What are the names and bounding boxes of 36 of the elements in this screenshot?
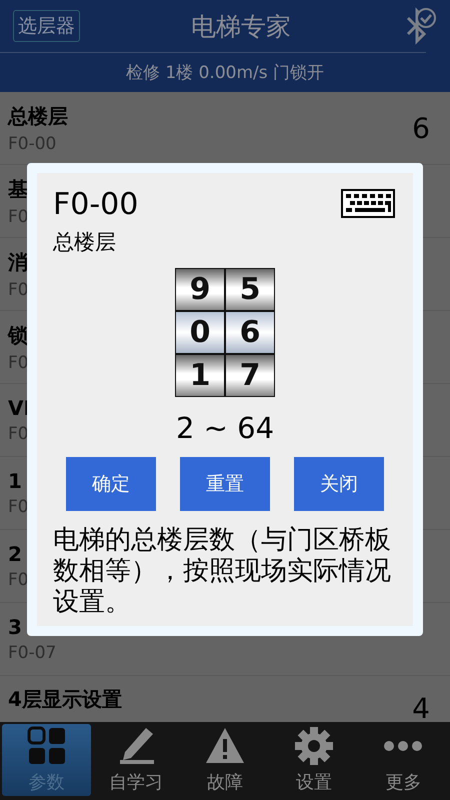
parameter-name: 锁 [8,322,28,348]
parameter-name: 消 [8,248,28,276]
tab[interactable]: 自学习 [91,724,180,796]
parameter-name: 基 [8,176,28,202]
status-text: 检修 1楼 0.00m/s 门锁开 [126,62,324,84]
floor-selector-button[interactable]: 选层器 [13,10,80,42]
tab[interactable]: 更多 [358,724,448,796]
keyboard-icon[interactable] [341,189,395,218]
value-range: 2 ~ 64 [176,411,274,445]
picker-digit[interactable]: 7 [226,355,274,396]
number-picker[interactable]: 9 0 1 5 6 7 [175,268,275,397]
dialog-title: 总楼层 [53,229,116,256]
parameter-name: 3 [8,615,22,639]
picker-digit[interactable]: 9 [176,269,224,310]
dialog-button[interactable]: 重置 [180,457,270,511]
parameter-name: 2 [8,542,22,566]
dialog-button[interactable]: 确定 [66,457,156,511]
parameter-value: 4 [412,692,430,725]
warning-icon [205,726,245,766]
parameter-name: 总楼层 [8,102,68,130]
parameter-row[interactable]: 4层显示设置 4 [0,676,450,725]
parameter-name: 4层显示设置 [8,686,122,713]
picker-digit[interactable]: 6 [226,312,274,353]
dialog-code: F0-00 [53,187,138,222]
grid-icon [26,726,67,766]
picker-digit[interactable]: 5 [226,269,274,310]
parameter-value: 6 [412,112,430,144]
picker-digit[interactable]: 0 [176,312,224,353]
app-title: 电梯专家 [190,10,292,42]
tab[interactable]: 设置 [270,724,359,796]
parameter-name: 1 [8,469,22,493]
dialog-button[interactable]: 关闭 [294,457,384,511]
tab[interactable]: 故障 [180,724,270,796]
more-icon [383,741,424,751]
settings-icon [294,726,334,766]
picker-digit[interactable]: 1 [176,355,224,396]
